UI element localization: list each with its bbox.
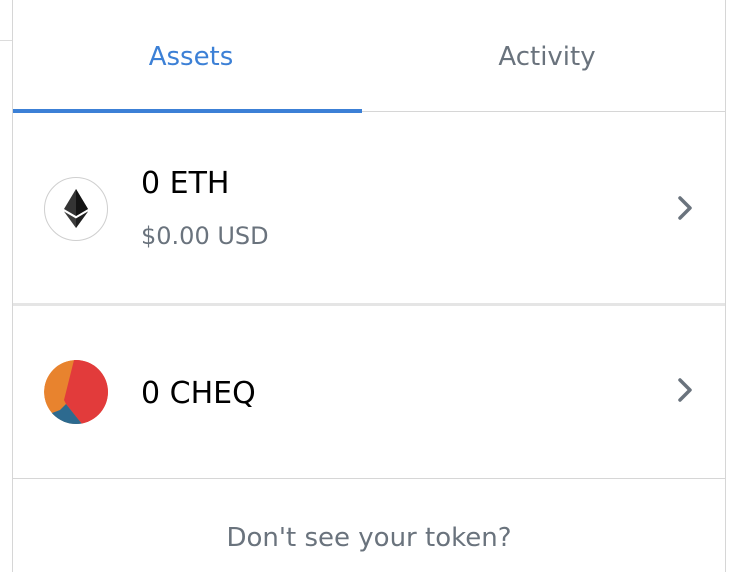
asset-balance: 0 CHEQ <box>141 376 256 411</box>
asset-row-eth[interactable]: 0 ETH $0.00 USD <box>13 113 725 306</box>
tab-activity[interactable]: Activity <box>369 0 725 112</box>
asset-row-cheq[interactable]: 0 CHEQ <box>13 309 725 479</box>
background-page <box>0 0 12 572</box>
tab-activity-label: Activity <box>498 42 596 72</box>
ethereum-icon <box>44 177 108 241</box>
chevron-right-icon <box>678 196 692 220</box>
tab-assets-label: Assets <box>148 42 234 72</box>
asset-balance: 0 ETH <box>141 166 230 201</box>
tab-bar: Assets Activity <box>13 0 725 113</box>
chevron-right-icon <box>678 378 692 402</box>
background-divider <box>0 40 12 41</box>
asset-fiat-value: $0.00 USD <box>141 222 269 250</box>
tab-assets[interactable]: Assets <box>13 0 369 113</box>
add-token-link[interactable]: Don't see your token? <box>13 520 725 556</box>
cheq-token-icon <box>44 360 108 424</box>
wallet-panel: Assets Activity 0 ETH $0.00 USD 0 CHEQ D… <box>12 0 726 572</box>
